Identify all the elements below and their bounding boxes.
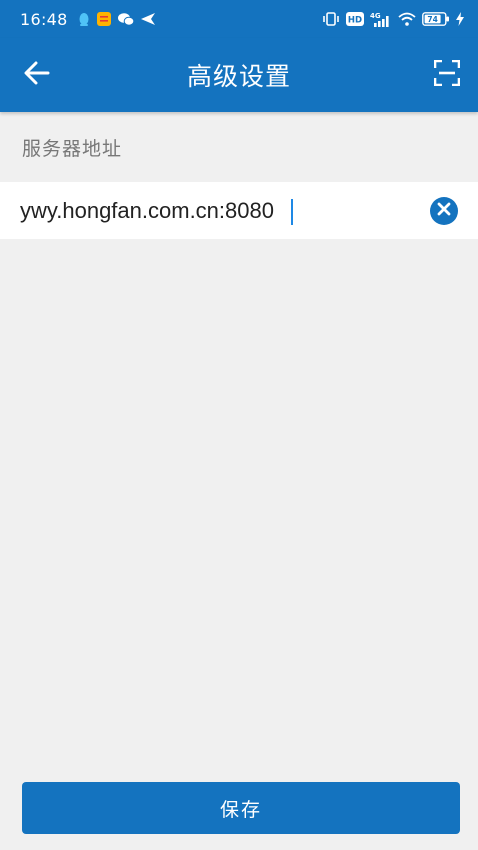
- wifi-icon: [398, 12, 416, 26]
- scan-icon: [433, 59, 461, 90]
- battery-icon: 74: [422, 12, 450, 26]
- text-cursor: [291, 199, 293, 225]
- charging-icon: [456, 12, 464, 26]
- vibrate-icon: [322, 12, 340, 26]
- clear-button[interactable]: [430, 196, 458, 225]
- signal-4g-icon: 4G: [370, 11, 392, 27]
- server-address-input[interactable]: [20, 190, 422, 231]
- notification-icons: [78, 12, 155, 27]
- hd-label: HD: [348, 16, 362, 26]
- app-bar: 高级设置: [0, 38, 478, 112]
- save-button[interactable]: 保存: [22, 782, 460, 834]
- status-time: 16:48: [20, 9, 68, 29]
- hd-icon: HD: [346, 12, 364, 26]
- back-button[interactable]: [14, 52, 60, 98]
- advanced-settings-screen: 16:48 HD 4G 74 高级设置 服务器地址 ywy.hongfan.co…: [0, 0, 478, 850]
- send-icon: [140, 13, 155, 25]
- network-type: 4G: [370, 12, 381, 20]
- server-address-row: [0, 182, 478, 239]
- status-bar: 16:48 HD 4G 74: [0, 0, 478, 38]
- wechat-icon: [117, 12, 134, 26]
- battery-level: 74: [427, 15, 437, 24]
- clear-icon: [437, 201, 451, 220]
- arrow-back-icon: [24, 61, 50, 89]
- page-title: 高级设置: [186, 62, 291, 91]
- system-icons: HD 4G 74: [322, 11, 464, 27]
- scan-button[interactable]: [424, 52, 470, 98]
- qq-icon: [78, 12, 90, 27]
- server-address-label: 服务器地址: [22, 138, 123, 160]
- note-app-icon: [96, 12, 111, 26]
